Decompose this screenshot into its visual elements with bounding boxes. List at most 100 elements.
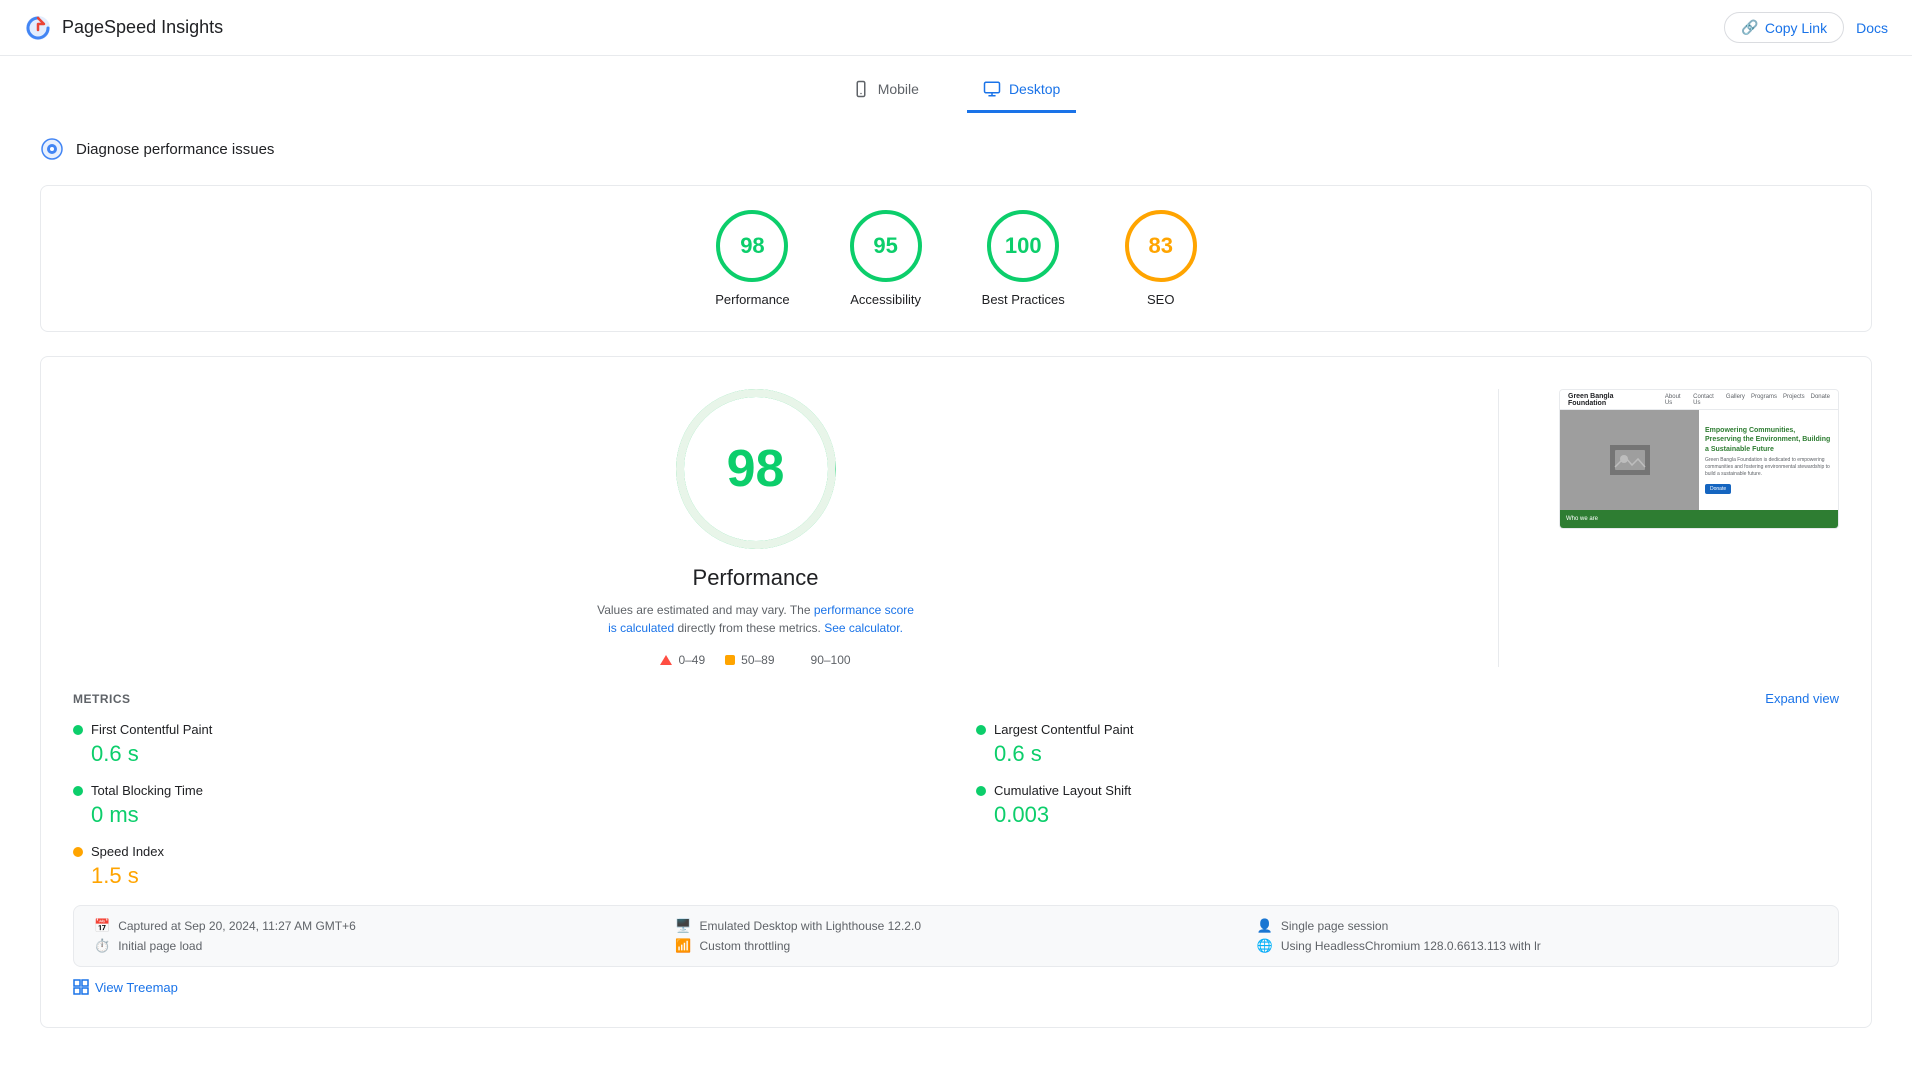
footer-throttling: 📶 Custom throttling [675,938,1236,954]
metric-lcp-value: 0.6 s [976,741,1839,767]
main-content: Diagnose performance issues 98 Performan… [0,113,1912,1068]
score-cards: 98 Performance 95 Accessibility 100 Best… [81,210,1831,307]
big-performance-circle: 98 [676,389,836,549]
metric-cls-dot [976,786,986,796]
screenshot-hero: Empowering Communities, Preserving the E… [1560,410,1838,510]
pass-icon [795,655,805,665]
metric-lcp: Largest Contentful Paint 0.6 s [976,722,1839,767]
emulated-text: Emulated Desktop with Lighthouse 12.2.0 [700,919,921,933]
divider [1498,389,1499,667]
performance-label: Performance [715,292,789,307]
metric-lcp-dot [976,725,986,735]
tab-desktop[interactable]: Desktop [967,72,1076,113]
tabs-container: Mobile Desktop [0,56,1912,113]
footer-page-load: ⏱️ Initial page load [94,938,655,954]
metric-cls-label-row: Cumulative Layout Shift [976,783,1839,798]
screenshot-site-name: Green Bangla Foundation [1568,393,1651,407]
screenshot-text-block: Empowering Communities, Preserving the E… [1699,410,1838,510]
footer-emulated: 🖥️ Emulated Desktop with Lighthouse 12.2… [675,918,1236,934]
legend-fail: 0–49 [660,653,705,667]
metric-lcp-label-row: Largest Contentful Paint [976,722,1839,737]
metric-si: Speed Index 1.5 s [73,844,936,889]
metric-cls: Cumulative Layout Shift 0.003 [976,783,1839,828]
metric-si-dot [73,847,83,857]
metric-tbt-label-row: Total Blocking Time [73,783,936,798]
legend-average: 50–89 [725,653,774,667]
metrics-header: METRICS Expand view [73,691,1839,706]
diagnose-banner: Diagnose performance issues [40,137,1872,161]
seo-label: SEO [1147,292,1174,307]
metric-fcp-value: 0.6 s [73,741,936,767]
performance-detail-note: Values are estimated and may vary. The p… [596,601,916,637]
footer-captured: 📅 Captured at Sep 20, 2024, 11:27 AM GMT… [94,918,655,934]
detail-left: 98 Performance Values are estimated and … [73,389,1438,667]
metric-tbt: Total Blocking Time 0 ms [73,783,936,828]
treemap-icon [73,979,89,995]
header-left: PageSpeed Insights [24,14,223,42]
calculator-link[interactable]: See calculator. [824,621,903,635]
mobile-icon [852,80,870,98]
score-card-accessibility[interactable]: 95 Accessibility [850,210,922,307]
metrics-title: METRICS [73,692,131,706]
session-text: Single page session [1281,919,1388,933]
score-card-performance[interactable]: 98 Performance [715,210,789,307]
footer-chromium: 🌐 Using HeadlessChromium 128.0.6613.113 … [1257,938,1818,954]
copy-link-button[interactable]: 🔗 Copy Link [1724,12,1844,43]
performance-detail-title: Performance [693,565,819,591]
metric-cls-name: Cumulative Layout Shift [994,783,1131,798]
fail-icon [660,655,672,665]
metric-si-value: 1.5 s [73,863,936,889]
footer-session: 👤 Single page session [1257,918,1818,934]
browser-icon: 🌐 [1257,938,1273,954]
captured-text: Captured at Sep 20, 2024, 11:27 AM GMT+6 [118,919,356,933]
metric-fcp-name: First Contentful Paint [91,722,212,737]
accessibility-circle: 95 [850,210,922,282]
expand-view-button[interactable]: Expand view [1765,691,1839,706]
metrics-section: METRICS Expand view First Contentful Pai… [73,691,1839,889]
footer-info: 📅 Captured at Sep 20, 2024, 11:27 AM GMT… [73,905,1839,967]
score-card-seo[interactable]: 83 SEO [1125,210,1197,307]
desktop-icon [983,80,1001,98]
metric-cls-value: 0.003 [976,802,1839,828]
view-treemap-link[interactable]: View Treemap [73,979,1839,995]
score-cards-wrapper: 98 Performance 95 Accessibility 100 Best… [40,185,1872,332]
metrics-grid: First Contentful Paint 0.6 s Largest Con… [73,722,1839,889]
metric-si-label-row: Speed Index [73,844,936,859]
network-icon: 📶 [675,938,691,954]
accessibility-label: Accessibility [850,292,921,307]
view-treemap-label: View Treemap [95,980,178,995]
screenshot-nav-links: About Us Contact Us Gallery Programs Pro… [1665,394,1830,406]
metric-tbt-name: Total Blocking Time [91,783,203,798]
diagnose-icon [40,137,64,161]
pass-range: 90–100 [811,653,851,667]
fail-range: 0–49 [678,653,705,667]
metric-fcp-label-row: First Contentful Paint [73,722,936,737]
docs-link[interactable]: Docs [1856,20,1888,36]
metric-si-name: Speed Index [91,844,164,859]
score-card-best-practices[interactable]: 100 Best Practices [982,210,1065,307]
performance-circle: 98 [716,210,788,282]
desktop-info-icon: 🖥️ [675,918,691,934]
timer-icon: ⏱️ [94,938,110,954]
seo-circle: 83 [1125,210,1197,282]
tab-mobile[interactable]: Mobile [836,72,935,113]
screenshot-heading: Empowering Communities, Preserving the E… [1705,426,1832,453]
screenshot-image [1560,410,1699,510]
screenshot-nav: Green Bangla Foundation About Us Contact… [1560,390,1838,410]
metric-fcp: First Contentful Paint 0.6 s [73,722,936,767]
score-legend: 0–49 50–89 90–100 [660,653,850,667]
metric-tbt-dot [73,786,83,796]
link-icon: 🔗 [1741,19,1758,36]
metric-lcp-name: Largest Contentful Paint [994,722,1133,737]
detail-top: 98 Performance Values are estimated and … [73,389,1839,667]
app-title: PageSpeed Insights [62,17,223,38]
chromium-text: Using HeadlessChromium 128.0.6613.113 wi… [1281,939,1541,953]
header: PageSpeed Insights 🔗 Copy Link Docs [0,0,1912,56]
throttling-text: Custom throttling [700,939,791,953]
calendar-icon: 📅 [94,918,110,934]
diagnose-text: Diagnose performance issues [76,141,274,158]
screenshot-footer: Who we are [1560,510,1838,528]
metric-tbt-value: 0 ms [73,802,936,828]
header-right: 🔗 Copy Link Docs [1724,12,1888,43]
best-practices-label: Best Practices [982,292,1065,307]
